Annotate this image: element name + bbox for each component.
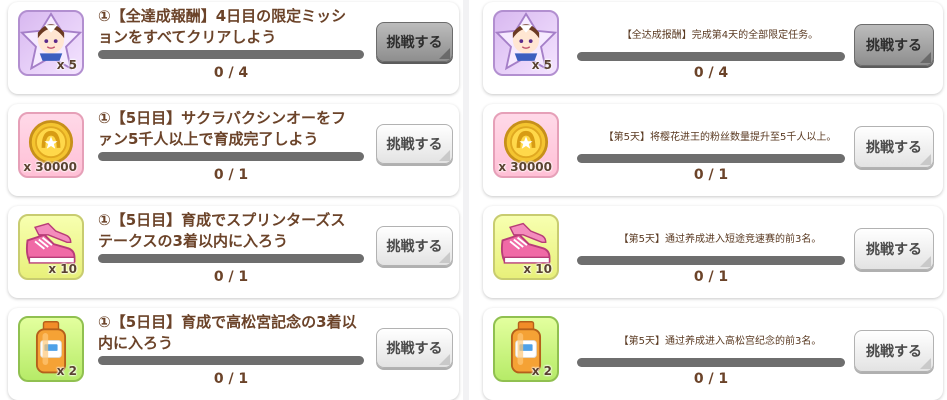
button-corner-arrow-icon	[920, 52, 931, 63]
mission-description: 【第5天】通过养成进入短途竞速赛的前3名。	[618, 234, 822, 245]
button-corner-arrow-icon	[439, 252, 450, 263]
challenge-button-label: 挑戦する	[866, 344, 922, 360]
button-corner-arrow-icon	[920, 358, 931, 369]
mission-card: x 2 ①【5日目】育成で高松宮記念の3着以内に入ろう 0 / 1 挑戦する	[8, 308, 459, 400]
button-corner-arrow-icon	[920, 154, 931, 165]
challenge-button[interactable]: 挑戦する	[376, 328, 453, 368]
challenge-button[interactable]: 挑戦する	[854, 24, 934, 66]
reward-icon-box: x 2	[18, 316, 84, 382]
progress-text: 0 / 1	[213, 167, 249, 183]
progress-text: 0 / 4	[693, 65, 729, 81]
button-corner-arrow-icon	[439, 150, 450, 161]
challenge-button[interactable]: 挑戦する	[376, 124, 453, 164]
challenge-button[interactable]: 挑戦する	[854, 228, 934, 270]
reward-quantity: x 10	[48, 262, 77, 276]
challenge-button-label: 挑戦する	[866, 38, 922, 54]
reward-quantity: x 5	[56, 58, 77, 72]
mission-card: x 10 【第5天】通过养成进入短途竞速赛的前3名。 0 / 1 挑戦する	[483, 206, 943, 298]
reward-quantity: x 5	[531, 58, 552, 72]
challenge-button[interactable]: 挑戦する	[854, 330, 934, 372]
mission-card: x 5 ①【全達成報酬】4日目の限定ミッションをすべてクリアしよう 0 / 4 …	[8, 2, 459, 94]
mission-title: ①【5日目】育成でスプリンターズステークスの3着以内に入ろう	[98, 211, 346, 250]
reward-quantity: x 30000	[23, 160, 77, 174]
progress-text: 0 / 1	[693, 269, 729, 285]
mission-list-chinese: x 5 【全达成报酬】完成第4天的全部限定任务。 0 / 4 挑戦する x 30…	[469, 0, 947, 400]
mission-card: x 2 【第5天】通过养成进入高松宫纪念的前3名。 0 / 1 挑戦する	[483, 308, 943, 400]
mission-card: x 30000 ①【5日目】サクラバクシンオーをファン5千人以上で育成完了しよう…	[8, 104, 459, 196]
reward-quantity: x 10	[523, 262, 552, 276]
reward-quantity: x 30000	[498, 160, 552, 174]
button-corner-arrow-icon	[439, 48, 450, 59]
mission-description: 【第5天】将樱花进王的粉丝数量提升至5千人以上。	[603, 132, 837, 143]
reward-icon-box: x 5	[493, 10, 559, 76]
challenge-button-label: 挑戦する	[866, 140, 922, 156]
reward-icon-box: x 10	[493, 214, 559, 280]
progress-text: 0 / 1	[213, 269, 249, 285]
progress-text: 0 / 1	[213, 371, 249, 387]
challenge-button-label: 挑戦する	[386, 239, 443, 255]
mission-title: ①【5日目】サクラバクシンオーをファン5千人以上で育成完了しよう	[98, 109, 346, 148]
challenge-button[interactable]: 挑戦する	[376, 226, 453, 266]
progress-bar	[98, 50, 364, 59]
challenge-button-label: 挑戦する	[386, 35, 443, 51]
mission-description: 【第5天】通过养成进入高松宫纪念的前3名。	[618, 336, 822, 347]
progress-text: 0 / 1	[693, 167, 729, 183]
button-corner-arrow-icon	[439, 354, 450, 365]
mission-title: ①【全達成報酬】4日目の限定ミッションをすべてクリアしよう	[98, 7, 347, 46]
reward-icon-box: x 2	[493, 316, 559, 382]
reward-icon-box: x 5	[18, 10, 84, 76]
reward-icon-box: x 10	[18, 214, 84, 280]
mission-card: x 5 【全达成报酬】完成第4天的全部限定任务。 0 / 4 挑戦する	[483, 2, 943, 94]
progress-bar	[577, 52, 845, 61]
progress-bar	[577, 256, 845, 265]
mission-title: ①【5日目】育成で高松宮記念の3着以内に入ろう	[98, 313, 357, 352]
reward-icon-box: x 30000	[493, 112, 559, 178]
progress-bar	[98, 356, 364, 365]
progress-bar	[577, 358, 845, 367]
progress-bar	[577, 154, 845, 163]
progress-bar	[98, 254, 364, 263]
mission-description: 【全达成报酬】完成第4天的全部限定任务。	[621, 30, 819, 41]
button-corner-arrow-icon	[920, 256, 931, 267]
challenge-button[interactable]: 挑戦する	[854, 126, 934, 168]
reward-quantity: x 2	[56, 364, 77, 378]
mission-card: x 30000 【第5天】将樱花进王的粉丝数量提升至5千人以上。 0 / 1 挑…	[483, 104, 943, 196]
reward-icon-box: x 30000	[18, 112, 84, 178]
challenge-button[interactable]: 挑戦する	[376, 22, 453, 62]
challenge-button-label: 挑戦する	[866, 242, 922, 258]
progress-bar	[98, 152, 364, 161]
challenge-button-label: 挑戦する	[386, 341, 443, 357]
progress-text: 0 / 4	[213, 65, 249, 81]
mission-list-japanese: x 5 ①【全達成報酬】4日目の限定ミッションをすべてクリアしよう 0 / 4 …	[0, 0, 463, 400]
reward-quantity: x 2	[531, 364, 552, 378]
challenge-button-label: 挑戦する	[386, 137, 443, 153]
mission-card: x 10 ①【5日目】育成でスプリンターズステークスの3着以内に入ろう 0 / …	[8, 206, 459, 298]
progress-text: 0 / 1	[693, 371, 729, 387]
